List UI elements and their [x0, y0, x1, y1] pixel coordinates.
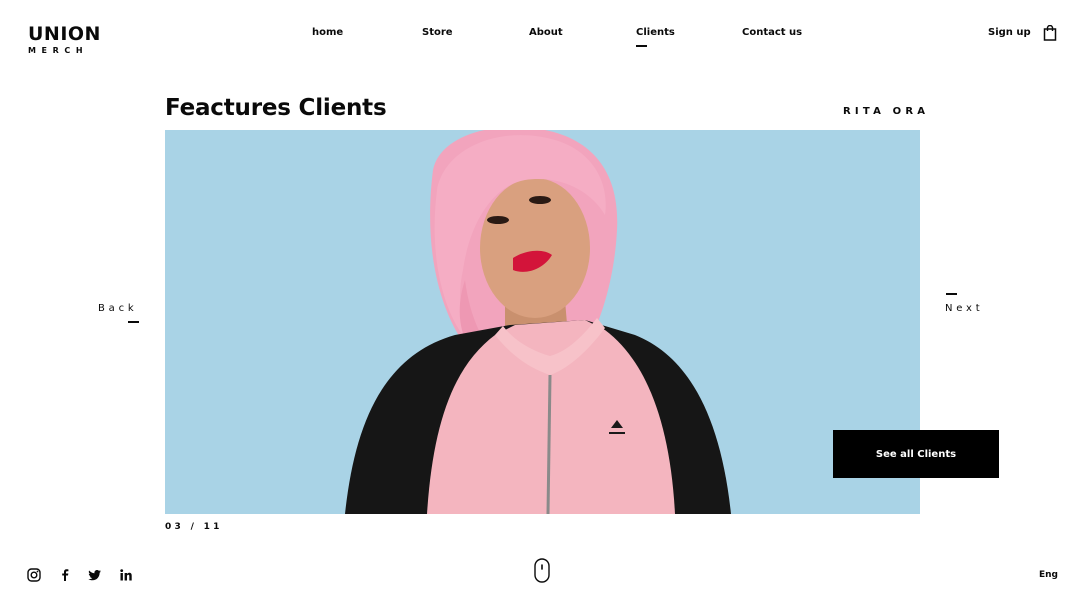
mouse-scroll-icon	[534, 558, 550, 583]
active-nav-indicator	[636, 45, 647, 47]
client-name: RITA ORA	[843, 106, 930, 117]
slide-counter: 03 / 11	[165, 522, 223, 532]
logo-name: UNION	[28, 23, 101, 45]
slide-separator: /	[190, 522, 198, 532]
back-button[interactable]: Back	[98, 303, 137, 314]
next-button[interactable]: Next	[945, 303, 984, 314]
next-indicator	[946, 293, 957, 295]
logo-tagline: MERCH	[28, 46, 89, 55]
nav-item-clients-label: Clients	[636, 27, 675, 38]
nav-item-contact[interactable]: Contact us	[742, 27, 802, 38]
facebook-icon[interactable]	[58, 568, 72, 582]
client-photo	[165, 130, 920, 514]
nav-item-store[interactable]: Store	[422, 27, 453, 38]
nav-item-about[interactable]: About	[529, 27, 563, 38]
slide-total: 11	[203, 522, 223, 532]
linkedin-icon[interactable]	[119, 568, 133, 582]
slide-current: 03	[165, 522, 185, 532]
see-all-clients-button[interactable]: See all Clients	[833, 430, 999, 478]
instagram-icon[interactable]	[27, 568, 41, 582]
nav-item-home[interactable]: home	[312, 27, 343, 38]
twitter-icon[interactable]	[88, 568, 102, 582]
language-selector[interactable]: Eng	[1039, 570, 1058, 580]
nav-item-clients[interactable]: Clients	[636, 27, 675, 47]
signup-link[interactable]: Sign up	[988, 27, 1031, 38]
shopping-bag-icon[interactable]	[1043, 25, 1057, 41]
page-title: Feactures Clients	[165, 95, 387, 121]
brand-logo[interactable]: UNION MERCH	[28, 23, 101, 56]
back-indicator	[128, 321, 139, 323]
